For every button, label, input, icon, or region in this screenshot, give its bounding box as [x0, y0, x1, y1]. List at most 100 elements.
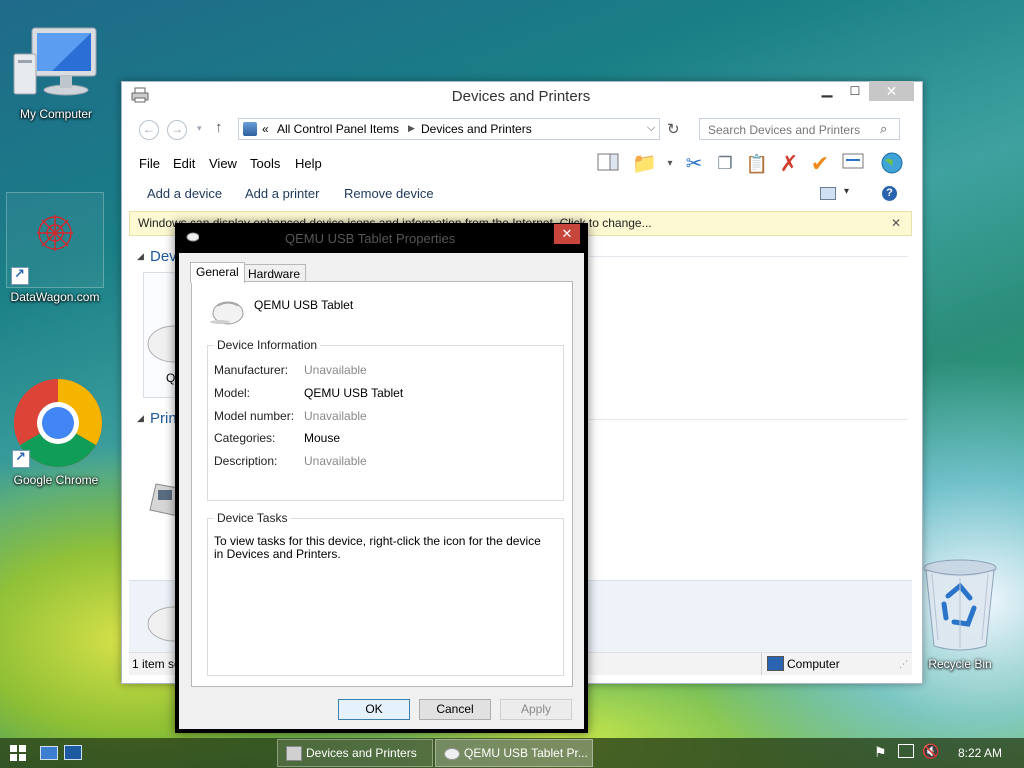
address-dropdown-icon[interactable]: ⌵: [647, 122, 655, 135]
taskbar-devices-and-printers[interactable]: Devices and Printers: [277, 739, 433, 767]
section-collapse-icon[interactable]: ◢: [137, 413, 144, 424]
options-dropdown-icon[interactable]: ▾: [658, 152, 682, 176]
folder-options-icon[interactable]: 📁: [632, 152, 657, 176]
section-divider: [590, 256, 908, 257]
window-title-bar[interactable]: Devices and Printers ▁ ☐ ✕: [121, 81, 921, 111]
clock[interactable]: 8:22 AM: [958, 746, 1002, 760]
close-button[interactable]: ✕: [869, 81, 914, 101]
forward-button[interactable]: →: [167, 120, 187, 140]
address-bar[interactable]: « All Control Panel Items ▶ Devices and …: [238, 118, 660, 140]
section-collapse-icon[interactable]: ◢: [137, 251, 144, 262]
volume-muted-icon[interactable]: 🔇: [922, 743, 939, 760]
breadcrumb-overflow[interactable]: «: [262, 122, 269, 136]
model-label: Model:: [214, 386, 251, 400]
show-desktop-icon[interactable]: [40, 746, 58, 760]
mouse-device-icon: [210, 301, 244, 325]
description-label: Description:: [214, 454, 278, 468]
info-bar-close-icon[interactable]: ✕: [891, 212, 901, 235]
change-view-icon[interactable]: [820, 187, 836, 200]
cut-icon[interactable]: ✂: [682, 152, 706, 176]
resize-grip-icon[interactable]: ⋰: [899, 659, 908, 670]
desktop-icon-google-chrome[interactable]: Google Chrome: [8, 376, 104, 487]
apply-button[interactable]: Apply: [500, 699, 572, 720]
computer-icon: [767, 656, 784, 671]
globe-icon[interactable]: [880, 152, 904, 176]
ok-button[interactable]: OK: [338, 699, 410, 720]
model-number-value: Unavailable: [304, 409, 367, 423]
menu-file[interactable]: File: [139, 156, 160, 171]
device-information-title: Device Information: [214, 338, 321, 352]
desktop-icon-label: Google Chrome: [13, 473, 99, 487]
control-panel-icon: [243, 122, 257, 136]
remove-device-button[interactable]: Remove device: [344, 186, 434, 201]
recent-pages-icon[interactable]: ▾: [197, 123, 202, 134]
maximize-button[interactable]: ☐: [843, 81, 867, 101]
menu-help[interactable]: Help: [295, 156, 322, 171]
desktop-icon-label: DataWagon.com: [10, 290, 100, 304]
model-value: QEMU USB Tablet: [304, 386, 404, 400]
printer-device-icon: [149, 483, 178, 517]
view-dropdown-icon[interactable]: ▾: [844, 186, 849, 197]
taskbar-item-label: Devices and Printers: [306, 746, 417, 760]
dialog-close-button[interactable]: ✕: [554, 224, 580, 244]
refresh-icon[interactable]: ↻: [667, 120, 680, 138]
menu-view[interactable]: View: [209, 156, 237, 171]
menu-tools[interactable]: Tools: [250, 156, 280, 171]
copy-icon[interactable]: ❐: [713, 152, 737, 176]
preview-pane-icon[interactable]: [596, 152, 620, 176]
general-tab-panel: QEMU USB Tablet Device Information Manuf…: [191, 281, 573, 687]
desktop-icon-recycle-bin[interactable]: Recycle Bin: [912, 556, 1008, 671]
dialog-body: General Hardware QEMU USB Tablet Device …: [179, 253, 584, 729]
menu-edit[interactable]: Edit: [173, 156, 195, 171]
device-tasks-title: Device Tasks: [214, 511, 291, 525]
taskbar-qemu-usb-tablet-properties[interactable]: QEMU USB Tablet Pr...: [435, 739, 593, 767]
device-properties-dialog: QEMU USB Tablet Properties ✕ General Har…: [175, 223, 588, 733]
device-tasks-group: Device Tasks To view tasks for this devi…: [207, 511, 564, 676]
device-name: QEMU USB Tablet: [254, 298, 354, 312]
search-input[interactable]: Search Devices and Printers ⌕: [699, 118, 900, 140]
device-information-group: Device Information Manufacturer: Unavail…: [207, 338, 564, 501]
window-title: Devices and Printers: [451, 88, 591, 105]
breadcrumb-all-control-panel-items[interactable]: All Control Panel Items: [277, 122, 399, 136]
back-button[interactable]: ←: [139, 120, 159, 140]
desktop-icon-label: Recycle Bin: [928, 657, 992, 671]
devices-section-header[interactable]: Dev: [150, 248, 177, 265]
printers-section-header[interactable]: Prin: [150, 410, 177, 427]
network-icon[interactable]: [898, 744, 914, 758]
window-switcher-icon[interactable]: [64, 745, 82, 760]
start-button[interactable]: [10, 745, 26, 761]
search-icon[interactable]: ⌕: [880, 121, 887, 137]
minimize-button[interactable]: ▁: [815, 81, 839, 101]
mouse-icon: [444, 748, 460, 760]
model-number-label: Model number:: [214, 409, 295, 423]
cancel-button[interactable]: Cancel: [419, 699, 491, 720]
dialog-title: QEMU USB Tablet Properties: [285, 231, 456, 246]
status-computer: Computer: [787, 657, 840, 671]
tab-general[interactable]: General: [190, 262, 245, 283]
manufacturer-label: Manufacturer:: [214, 363, 289, 377]
properties-icon[interactable]: [841, 152, 865, 176]
check-icon[interactable]: ✔: [808, 152, 832, 176]
action-center-flag-icon[interactable]: ⚑: [874, 744, 887, 761]
add-device-button[interactable]: Add a device: [147, 186, 222, 201]
breadcrumb-devices-and-printers[interactable]: Devices and Printers: [421, 122, 532, 136]
desktop-icon-datawagon[interactable]: DataWagon.com: [6, 192, 104, 304]
recycle-bin-icon: [923, 559, 997, 651]
desktop-icon-my-computer[interactable]: My Computer: [8, 24, 104, 121]
categories-value: Mouse: [304, 431, 341, 445]
help-icon[interactable]: ?: [882, 186, 897, 201]
breadcrumb-separator-icon: ▶: [408, 123, 415, 133]
section-divider: [590, 419, 908, 420]
categories-label: Categories:: [214, 431, 276, 445]
device-label: Q: [166, 371, 176, 385]
shortcut-arrow-icon: [11, 266, 29, 285]
up-button[interactable]: ↑: [215, 119, 223, 136]
shortcut-arrow-icon: [12, 449, 30, 468]
description-value: Unavailable: [304, 454, 367, 468]
paste-icon[interactable]: 📋: [745, 152, 769, 176]
dialog-title-bar[interactable]: QEMU USB Tablet Properties ✕: [175, 223, 588, 253]
printer-icon: [286, 746, 302, 761]
delete-icon[interactable]: ✗: [777, 152, 801, 176]
status-divider: [761, 653, 762, 675]
add-printer-button[interactable]: Add a printer: [245, 186, 319, 201]
